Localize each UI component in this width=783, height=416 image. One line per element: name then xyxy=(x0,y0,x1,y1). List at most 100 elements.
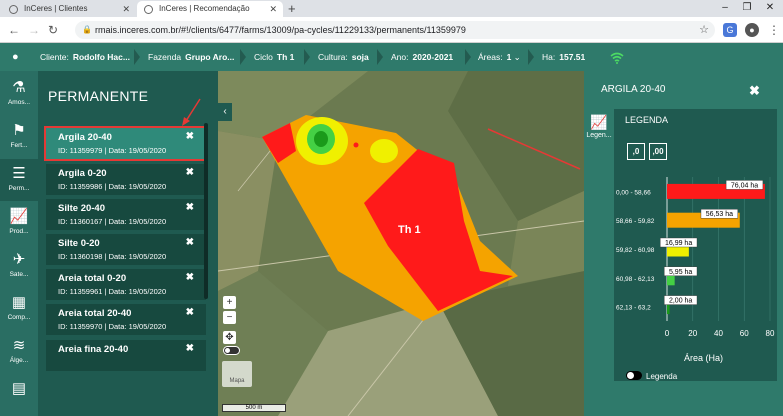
layer-item-silte-0-20[interactable]: Silte 0-20 ID: 11360198 | Data: 19/05/20… xyxy=(46,234,206,265)
window-close-icon[interactable]: ✕ xyxy=(760,0,780,15)
crop-selector[interactable]: Cultura: soja xyxy=(318,43,369,71)
rail-item-composicao[interactable]: ▦ Comp... xyxy=(0,288,38,330)
client-label: Cliente: xyxy=(40,52,69,62)
layer-item-areia-fina-20-40[interactable]: Areia fina 20-40 ✖ xyxy=(46,340,206,371)
user-icon[interactable]: ● xyxy=(12,43,19,71)
fertility-icon: ⚑ xyxy=(12,122,26,139)
farm-selector[interactable]: Fazenda Grupo Aro... xyxy=(148,43,234,71)
layer-name: Silte 20-40 xyxy=(58,203,105,214)
pan-icon[interactable]: ✥ xyxy=(223,331,236,344)
rail-item-amostragem[interactable]: ⚗ Amos... xyxy=(0,73,38,115)
forward-icon[interactable]: → xyxy=(28,22,40,38)
translate-extension-icon[interactable]: G xyxy=(723,23,737,37)
map-toggle[interactable] xyxy=(223,346,240,355)
tab-title: InCeres | Recomendação xyxy=(159,4,250,13)
collapse-panel-button[interactable]: ‹ xyxy=(218,103,232,121)
minimize-icon[interactable]: – xyxy=(715,0,735,15)
map-view[interactable]: Th 1 ‹ + − ✥ Mapa 500 m xyxy=(218,71,584,416)
layer-item-silte-20-40[interactable]: Silte 20-40 ID: 11360167 | Data: 19/05/2… xyxy=(46,199,206,230)
legend-chart: 0 20 40 60 80 0,00 - 58,66 76,04 ha 58,66 - 59,… xyxy=(616,177,775,338)
client-value: Rodolfo Hac... xyxy=(72,52,130,62)
rail-item-label: Comp... xyxy=(7,314,31,321)
back-icon[interactable]: ← xyxy=(8,22,20,38)
crop-label: Cultura: xyxy=(318,52,348,62)
layer-meta: ID: 11360167 | Data: 19/05/2020 xyxy=(58,217,167,226)
category-label: 59,82 - 60,98 xyxy=(616,247,655,254)
tab-favicon-icon xyxy=(9,5,18,14)
layer-item-argila-20-40[interactable]: Argila 20-40 ID: 11359979 | Data: 19/05/… xyxy=(44,126,208,161)
remove-layer-icon[interactable]: ✖ xyxy=(186,131,194,142)
areas-label: Áreas: xyxy=(478,52,503,62)
rail-item-label: Perm... xyxy=(8,185,30,192)
close-legend-icon[interactable]: ✖ xyxy=(749,83,760,99)
tab-close-icon[interactable]: ✕ xyxy=(269,1,277,17)
satellite-icon: ✈ xyxy=(12,251,26,268)
profile-icon[interactable]: ● xyxy=(745,23,759,37)
tab-legenda[interactable]: 📈 Legen... xyxy=(584,109,614,145)
remove-layer-icon[interactable]: ✖ xyxy=(186,167,194,178)
url-field[interactable]: 🔒 rmais.inceres.com.br/#!/clients/6477/f… xyxy=(75,21,715,39)
browser-tab-recomendacao[interactable]: InCeres | Recomendação ✕ xyxy=(137,1,283,17)
layer-meta: ID: 11360198 | Data: 19/05/2020 xyxy=(58,252,167,261)
data-label: 5,95 ha xyxy=(669,269,692,276)
year-selector[interactable]: Ano: 2020-2021 xyxy=(391,43,453,71)
farm-label: Fazenda xyxy=(148,52,182,62)
layer-item-areia-total-0-20[interactable]: Areia total 0-20 ID: 11359961 | Data: 19… xyxy=(46,269,206,300)
remove-layer-icon[interactable]: ✖ xyxy=(186,237,194,248)
bookmark-star-icon[interactable]: ☆ xyxy=(699,21,709,39)
wifi-icon xyxy=(610,43,624,71)
data-label: 2,00 ha xyxy=(669,298,692,305)
areas-selector[interactable]: Áreas: 1 ⌄ xyxy=(478,43,521,71)
layer-item-argila-0-20[interactable]: Argila 0-20 ID: 11359986 | Data: 19/05/2… xyxy=(46,164,206,195)
layer-meta: ID: 11359970 | Data: 19/05/2020 xyxy=(58,322,167,331)
rail-item-extra[interactable]: ▤ xyxy=(0,374,38,416)
layer-meta: ID: 11359979 | Data: 19/05/2020 xyxy=(58,146,167,155)
layer-name: Silte 0-20 xyxy=(58,238,100,249)
cycle-selector[interactable]: Ciclo Th 1 xyxy=(254,43,294,71)
address-bar: ← → ↻ 🔒 rmais.inceres.com.br/#!/clients/… xyxy=(0,17,783,43)
rail-item-permanente[interactable]: ☰ Perm... xyxy=(0,159,38,201)
browser-tab-clientes[interactable]: InCeres | Clientes ✕ xyxy=(2,1,136,17)
legend-panel: ARGILA 20-40 ✖ 📈 Legen... LEGENDA ,0 ,00… xyxy=(584,71,783,416)
zone-red-dot xyxy=(353,142,359,148)
minimap-label: Mapa xyxy=(229,378,245,384)
minimap[interactable]: Mapa xyxy=(222,361,252,387)
rail-item-label: Prod... xyxy=(9,228,29,235)
header-separator xyxy=(465,49,471,65)
panel-scrollbar[interactable] xyxy=(204,123,208,299)
tab-close-icon[interactable]: ✕ xyxy=(122,1,130,17)
remove-layer-icon[interactable]: ✖ xyxy=(186,307,194,318)
zoom-in-button[interactable]: + xyxy=(223,296,236,309)
crop-value: soja xyxy=(351,52,369,62)
ha-label: Ha: xyxy=(542,52,556,62)
maximize-icon[interactable]: ❐ xyxy=(737,0,757,15)
rail-item-label: Amos... xyxy=(7,99,31,106)
app-window: InCeres | Clientes ✕ InCeres | Recomenda… xyxy=(0,0,783,416)
reload-icon[interactable]: ↻ xyxy=(48,22,58,38)
chart-line-icon: 📈 xyxy=(590,114,608,130)
layer-name: Argila 0-20 xyxy=(58,168,107,179)
legend-toggle[interactable] xyxy=(626,371,642,380)
rail-item-satelite[interactable]: ✈ Sate... xyxy=(0,245,38,287)
new-tab-icon[interactable]: + xyxy=(288,0,296,17)
category-label: 58,66 - 59,82 xyxy=(616,218,655,225)
remove-layer-icon[interactable]: ✖ xyxy=(186,202,194,213)
header-separator xyxy=(134,49,140,65)
client-selector[interactable]: Cliente: Rodolfo Hac... xyxy=(40,43,130,71)
rail-item-fertilidade[interactable]: ⚑ Fert... xyxy=(0,116,38,158)
remove-layer-icon[interactable]: ✖ xyxy=(186,272,194,283)
browser-menu-icon[interactable]: ⋮ xyxy=(768,22,780,38)
x-axis-title: Área (Ha) xyxy=(684,353,724,363)
document-icon: ▤ xyxy=(11,380,27,397)
data-label: 16,99 ha xyxy=(665,240,692,247)
category-label: 62,13 - 63,2 xyxy=(616,305,651,312)
x-tick-label: 60 xyxy=(740,329,749,338)
remove-layer-icon[interactable]: ✖ xyxy=(186,343,194,354)
rail-item-label: Fert... xyxy=(10,142,28,149)
rail-item-producao[interactable]: 📈 Prod... xyxy=(0,202,38,244)
layer-item-areia-total-20-40[interactable]: Areia total 20-40 ID: 11359970 | Data: 1… xyxy=(46,304,206,335)
zone-green[interactable] xyxy=(314,131,328,147)
zone-yellow-2[interactable] xyxy=(370,139,398,163)
rail-item-algebra[interactable]: ≋ Álge... xyxy=(0,331,38,373)
zoom-out-button[interactable]: − xyxy=(223,311,236,324)
